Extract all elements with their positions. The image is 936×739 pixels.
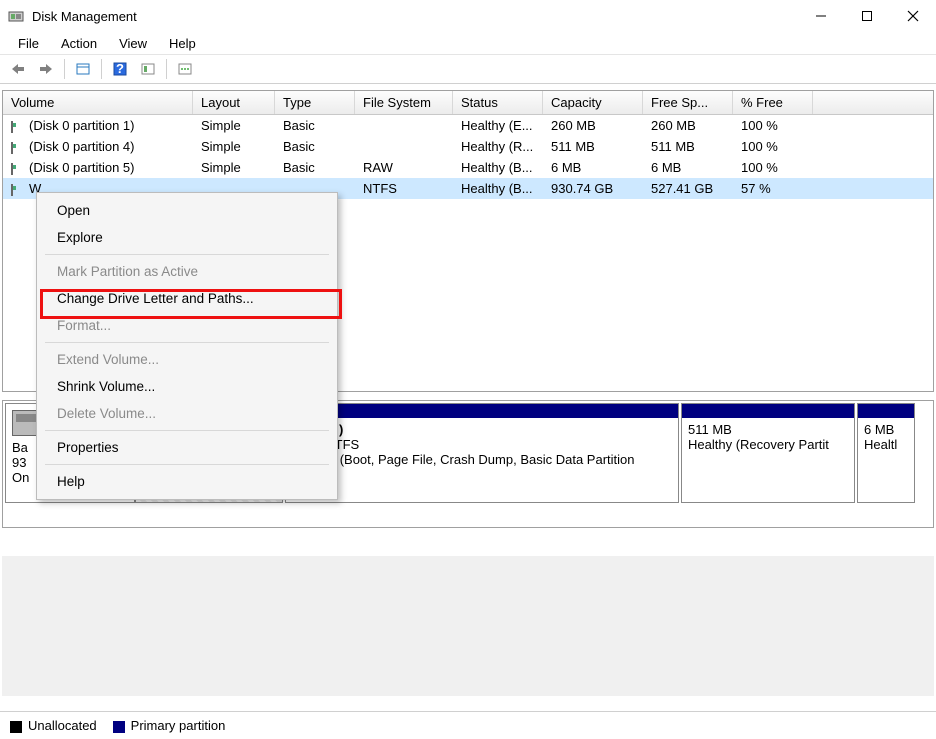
cm-format: Format...: [37, 312, 337, 339]
drive-icon: [11, 164, 25, 174]
svg-text:?: ?: [116, 61, 124, 76]
toolbar-icon-3[interactable]: [173, 57, 197, 81]
context-menu: Open Explore Mark Partition as Active Ch…: [36, 192, 338, 500]
app-icon: [8, 8, 24, 24]
col-freespace[interactable]: Free Sp...: [643, 91, 733, 114]
toolbar: ?: [0, 54, 936, 84]
cm-open[interactable]: Open: [37, 197, 337, 224]
toolbar-icon-2[interactable]: [136, 57, 160, 81]
partition-stripe: [286, 404, 678, 418]
cm-help[interactable]: Help: [37, 468, 337, 495]
volume-row[interactable]: (Disk 0 partition 1) Simple Basic Health…: [3, 115, 933, 136]
toolbar-icon-1[interactable]: [71, 57, 95, 81]
window-title: Disk Management: [32, 9, 798, 24]
partition-raw[interactable]: 6 MB Healtl: [857, 403, 915, 503]
drive-icon: [11, 185, 25, 195]
col-layout[interactable]: Layout: [193, 91, 275, 114]
forward-button[interactable]: [34, 57, 58, 81]
partition-stripe: [858, 404, 914, 418]
legend: Unallocated Primary partition: [0, 711, 936, 739]
menubar: File Action View Help: [0, 32, 936, 54]
partition-stripe: [682, 404, 854, 418]
volume-rows: (Disk 0 partition 1) Simple Basic Health…: [3, 115, 933, 199]
empty-pane: [2, 556, 934, 696]
cm-change-drive-letter[interactable]: Change Drive Letter and Paths...: [37, 285, 337, 312]
cm-mark-active: Mark Partition as Active: [37, 258, 337, 285]
col-filesystem[interactable]: File System: [355, 91, 453, 114]
window-controls: [798, 0, 936, 32]
volume-row[interactable]: (Disk 0 partition 5) Simple Basic RAW He…: [3, 157, 933, 178]
maximize-button[interactable]: [844, 0, 890, 32]
volume-row[interactable]: (Disk 0 partition 4) Simple Basic Health…: [3, 136, 933, 157]
legend-primary: Primary partition: [113, 718, 226, 733]
help-icon[interactable]: ?: [108, 57, 132, 81]
volume-list-header: Volume Layout Type File System Status Ca…: [3, 91, 933, 115]
cm-properties[interactable]: Properties: [37, 434, 337, 461]
cm-explore[interactable]: Explore: [37, 224, 337, 251]
partition-windows-c[interactable]: ows (C:) 4 GB NTFS Healthy (Boot, Page F…: [285, 403, 679, 503]
drive-icon: [11, 143, 25, 153]
close-button[interactable]: [890, 0, 936, 32]
titlebar: Disk Management: [0, 0, 936, 32]
col-capacity[interactable]: Capacity: [543, 91, 643, 114]
partition-recovery[interactable]: 511 MB Healthy (Recovery Partit: [681, 403, 855, 503]
back-button[interactable]: [6, 57, 30, 81]
menu-file[interactable]: File: [8, 34, 49, 53]
cm-shrink-volume[interactable]: Shrink Volume...: [37, 373, 337, 400]
disk-icon: [12, 410, 38, 436]
col-status[interactable]: Status: [453, 91, 543, 114]
col-volume[interactable]: Volume: [3, 91, 193, 114]
drive-icon: [11, 122, 25, 132]
minimize-button[interactable]: [798, 0, 844, 32]
col-type[interactable]: Type: [275, 91, 355, 114]
menu-action[interactable]: Action: [51, 34, 107, 53]
cm-delete-volume: Delete Volume...: [37, 400, 337, 427]
menu-help[interactable]: Help: [159, 34, 206, 53]
col-pctfree[interactable]: % Free: [733, 91, 813, 114]
cm-extend-volume: Extend Volume...: [37, 346, 337, 373]
legend-unallocated: Unallocated: [10, 718, 97, 733]
menu-view[interactable]: View: [109, 34, 157, 53]
